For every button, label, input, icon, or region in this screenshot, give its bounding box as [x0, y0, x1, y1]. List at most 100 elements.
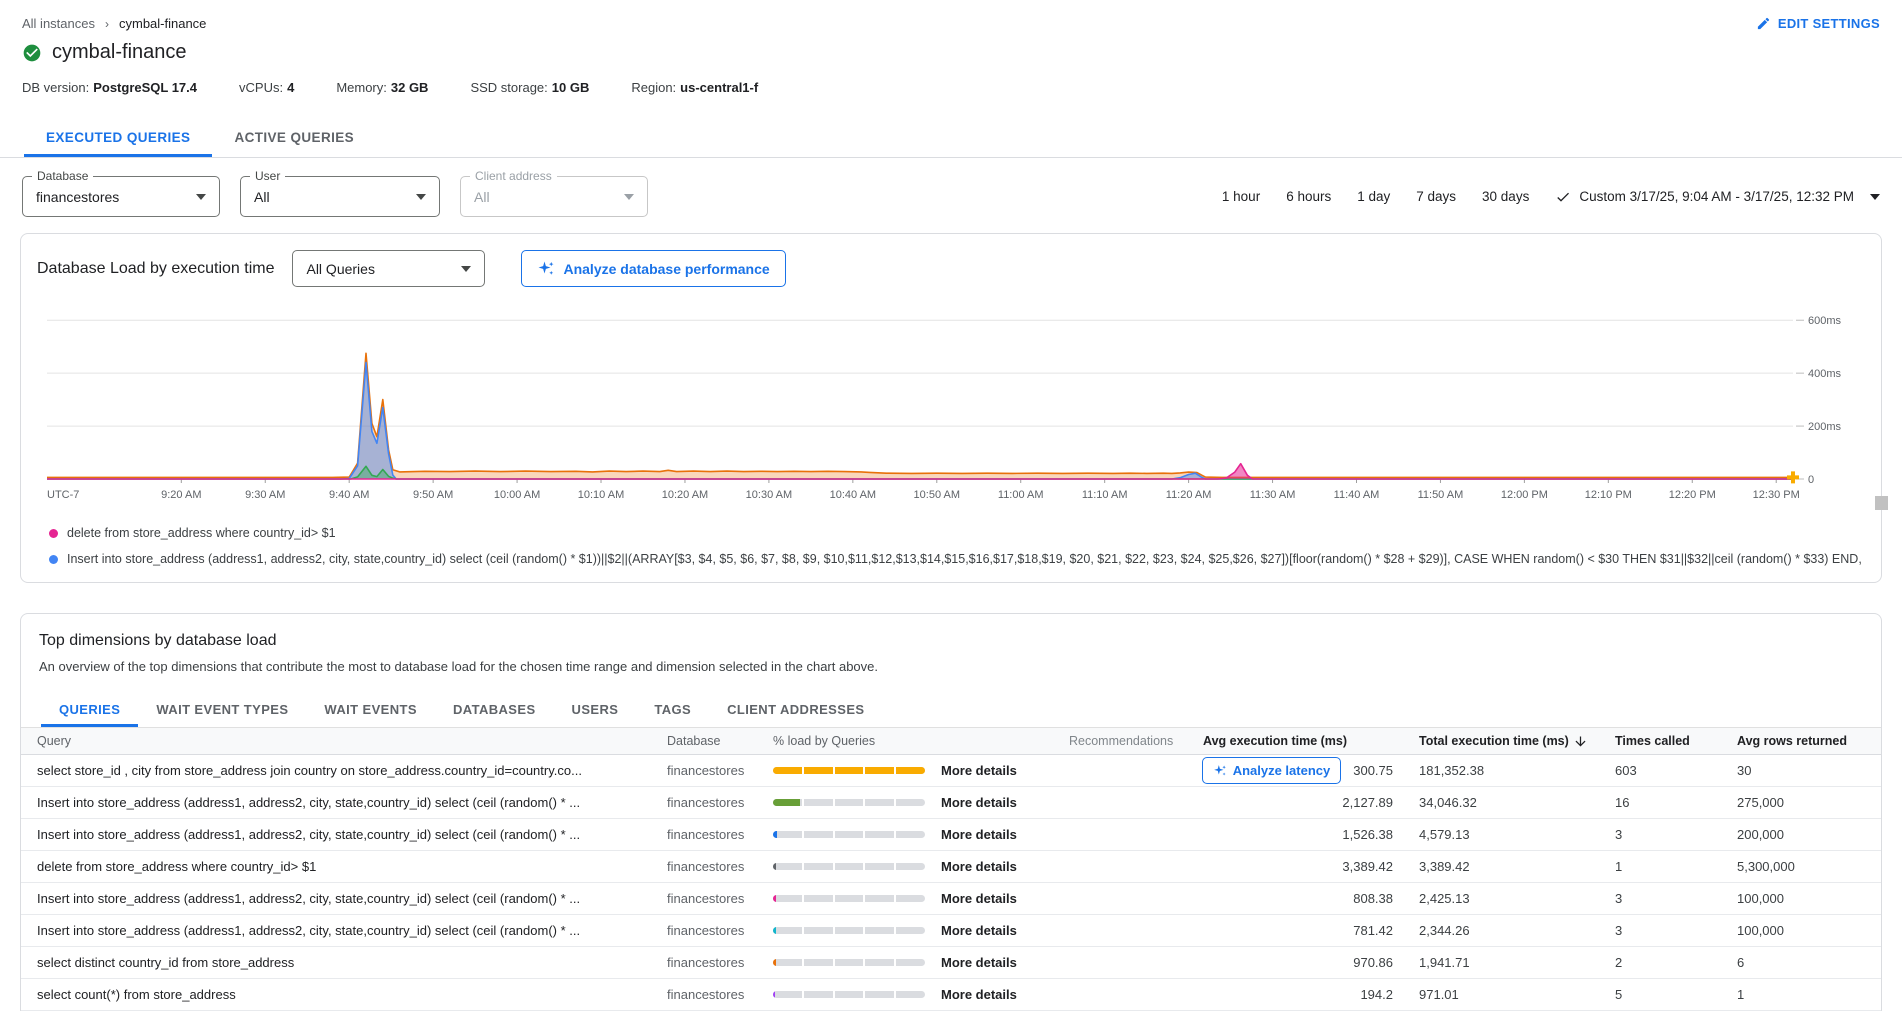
query-filter-value: All Queries: [306, 261, 374, 277]
database-load-chart: 0200ms400ms600ms9:20 AM9:30 AM9:40 AM9:5…: [37, 293, 1865, 515]
more-details-link[interactable]: More details: [941, 795, 1017, 810]
times-called-cell: 16: [1615, 795, 1737, 810]
custom-time-range-picker[interactable]: Custom 3/17/25, 9:04 AM - 3/17/25, 12:32…: [1555, 189, 1880, 205]
edit-settings-label: EDIT SETTINGS: [1778, 16, 1880, 31]
time-option-1-hour[interactable]: 1 hour: [1222, 189, 1260, 204]
time-option-7-days[interactable]: 7 days: [1416, 189, 1456, 204]
svg-text:600ms: 600ms: [1808, 315, 1842, 327]
more-details-link[interactable]: More details: [941, 827, 1017, 842]
svg-text:9:30 AM: 9:30 AM: [245, 489, 285, 501]
edit-settings-button[interactable]: EDIT SETTINGS: [1756, 16, 1880, 31]
load-cell: More details: [773, 763, 1069, 778]
instance-info-item: Memory:32 GB: [336, 80, 428, 95]
chevron-down-icon: [416, 194, 426, 200]
query-cell: select count(*) from store_address: [37, 987, 667, 1002]
dimension-tab-wait-events[interactable]: WAIT EVENTS: [306, 692, 435, 727]
table-header-row: QueryDatabase% load by QueriesRecommenda…: [21, 728, 1881, 755]
time-option-1-day[interactable]: 1 day: [1357, 189, 1390, 204]
svg-text:400ms: 400ms: [1808, 368, 1842, 380]
column-header-total[interactable]: Total execution time (ms): [1419, 734, 1615, 749]
column-header-avg: Avg execution time (ms): [1203, 734, 1419, 748]
database-select[interactable]: Databasefinancestores: [22, 176, 220, 217]
svg-text:12:00 PM: 12:00 PM: [1501, 489, 1548, 501]
avg-execution-time-value: 194.2: [1360, 987, 1393, 1002]
svg-text:12:10 PM: 12:10 PM: [1585, 489, 1632, 501]
avg-execution-time-value: 781.42: [1353, 923, 1393, 938]
tab-executed-queries[interactable]: EXECUTED QUERIES: [24, 119, 212, 157]
more-details-link[interactable]: More details: [941, 923, 1017, 938]
avg-rows-returned-cell: 100,000: [1737, 923, 1865, 938]
query-filter-select[interactable]: All Queries: [292, 250, 485, 287]
analyze-database-performance-button[interactable]: Analyze database performance: [521, 250, 785, 287]
query-cell: Insert into store_address (address1, add…: [37, 891, 667, 906]
svg-text:10:40 AM: 10:40 AM: [830, 489, 876, 501]
load-bar: [773, 959, 925, 966]
pencil-icon: [1756, 16, 1771, 31]
avg-rows-returned-cell: 6: [1737, 955, 1865, 970]
instance-info-item: SSD storage:10 GB: [470, 80, 589, 95]
tab-active-queries[interactable]: ACTIVE QUERIES: [212, 119, 376, 157]
more-details-link[interactable]: More details: [941, 891, 1017, 906]
dimension-tab-databases[interactable]: DATABASES: [435, 692, 554, 727]
more-details-link[interactable]: More details: [941, 859, 1017, 874]
time-option-6-hours[interactable]: 6 hours: [1286, 189, 1331, 204]
select-value: All: [254, 189, 270, 205]
page-title: cymbal-finance: [52, 41, 187, 64]
dimension-tab-queries[interactable]: QUERIES: [41, 692, 138, 727]
total-execution-time-cell: 4,579.13: [1419, 827, 1615, 842]
load-bar: [773, 831, 925, 838]
instance-info-bar: DB version:PostgreSQL 17.4vCPUs:4Memory:…: [0, 64, 1902, 95]
chevron-right-icon: ›: [105, 17, 109, 31]
user-select[interactable]: UserAll: [240, 176, 440, 217]
top-dimensions-title: Top dimensions by database load: [21, 632, 1881, 650]
times-called-cell: 3: [1615, 891, 1737, 906]
query-cell: select distinct country_id from store_ad…: [37, 955, 667, 970]
dimension-tab-client-addresses[interactable]: CLIENT ADDRESSES: [709, 692, 882, 727]
instance-info-item: Region:us-central1-f: [631, 80, 758, 95]
svg-text:11:40 AM: 11:40 AM: [1334, 489, 1380, 501]
total-execution-time-cell: 1,941.71: [1419, 955, 1615, 970]
svg-text:10:20 AM: 10:20 AM: [662, 489, 708, 501]
svg-text:12:20 PM: 12:20 PM: [1669, 489, 1716, 501]
more-details-link[interactable]: More details: [941, 955, 1017, 970]
analyze-database-performance-label: Analyze database performance: [563, 261, 769, 277]
breadcrumb: All instances › cymbal-finance EDIT SETT…: [0, 0, 1902, 31]
svg-text:10:30 AM: 10:30 AM: [746, 489, 792, 501]
avg-execution-time-cell: 1,526.38: [1203, 827, 1419, 842]
dimension-tab-wait-event-types[interactable]: WAIT EVENT TYPES: [138, 692, 306, 727]
select-label: User: [250, 169, 285, 183]
time-option-30-days[interactable]: 30 days: [1482, 189, 1529, 204]
column-header-rows: Avg rows returned: [1737, 734, 1865, 748]
load-cell: More details: [773, 987, 1069, 1002]
table-row: Insert into store_address (address1, add…: [21, 883, 1881, 915]
more-details-link[interactable]: More details: [941, 987, 1017, 1002]
top-dimensions-card: Top dimensions by database load An overv…: [20, 613, 1882, 1011]
table-row: Insert into store_address (address1, add…: [21, 819, 1881, 851]
table-row: select count(*) from store_addressfinanc…: [21, 979, 1881, 1011]
instance-info-item: vCPUs:4: [239, 80, 294, 95]
breadcrumb-current: cymbal-finance: [119, 16, 206, 31]
times-called-cell: 1: [1615, 859, 1737, 874]
column-header-db: Database: [667, 734, 773, 748]
scrollbar-thumb[interactable]: [1875, 496, 1888, 510]
total-execution-time-cell: 34,046.32: [1419, 795, 1615, 810]
analyze-latency-button[interactable]: Analyze latency: [1202, 757, 1342, 784]
query-cell: Insert into store_address (address1, add…: [37, 827, 667, 842]
avg-execution-time-cell: 2,127.89: [1203, 795, 1419, 810]
breadcrumb-all-instances[interactable]: All instances: [22, 16, 95, 31]
queries-table: QueryDatabase% load by QueriesRecommenda…: [21, 728, 1881, 1011]
avg-rows-returned-cell: 1: [1737, 987, 1865, 1002]
database-cell: financestores: [667, 891, 773, 906]
dimension-tab-tags[interactable]: TAGS: [636, 692, 709, 727]
dimension-tab-users[interactable]: USERS: [554, 692, 637, 727]
column-header-load: % load by Queries: [773, 734, 1069, 748]
query-cell: Insert into store_address (address1, add…: [37, 795, 667, 810]
load-cell: More details: [773, 891, 1069, 906]
chart-legend: delete from store_address where country_…: [37, 520, 1865, 572]
svg-text:10:50 AM: 10:50 AM: [914, 489, 960, 501]
svg-text:11:30 AM: 11:30 AM: [1250, 489, 1296, 501]
total-execution-time-cell: 2,425.13: [1419, 891, 1615, 906]
dimension-tab-bar: QUERIESWAIT EVENT TYPESWAIT EVENTSDATABA…: [21, 692, 1881, 728]
more-details-link[interactable]: More details: [941, 763, 1017, 778]
time-range-bar: 1 hour 6 hours 1 day 7 days 30 days Custom 3/…: [1222, 189, 1880, 205]
